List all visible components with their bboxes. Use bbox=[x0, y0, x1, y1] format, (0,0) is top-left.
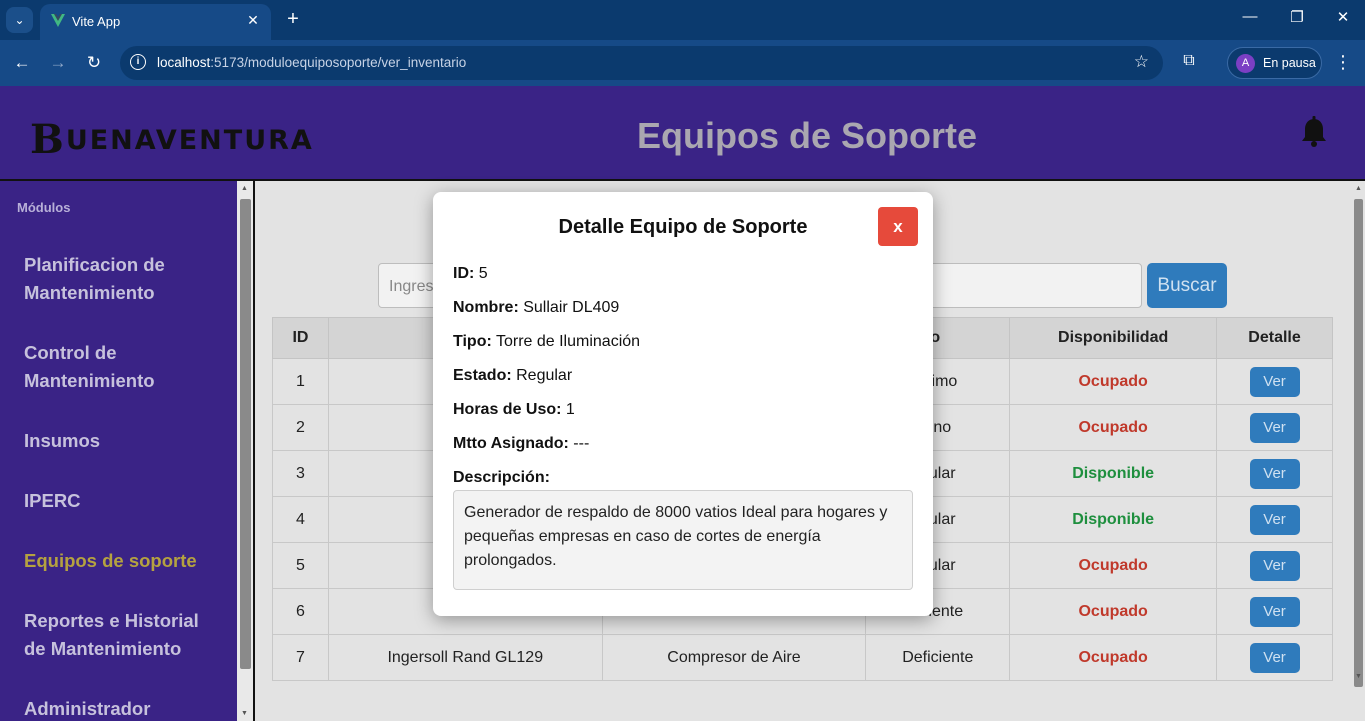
browser-tab[interactable]: Vite App ✕ bbox=[40, 4, 271, 40]
sidebar-scrollbar[interactable]: ▲ ▼ bbox=[237, 181, 255, 721]
field-id: ID: 5 bbox=[453, 265, 488, 282]
cell-nombre: Ingersoll Rand GL129 bbox=[327, 634, 603, 681]
col-id: ID bbox=[272, 317, 329, 359]
ver-button[interactable]: Ver bbox=[1249, 458, 1300, 489]
table-row: 7 Ingersoll Rand GL129 Compresor de Aire De… bbox=[272, 634, 1333, 681]
restore-icon[interactable]: ❐ bbox=[1285, 8, 1309, 26]
field-nombre: Nombre: Sullair DL409 bbox=[453, 299, 620, 316]
scroll-down-icon[interactable]: ▼ bbox=[241, 710, 248, 717]
cell-detalle: Ver bbox=[1216, 358, 1333, 405]
cell-detalle: Ver bbox=[1216, 542, 1333, 589]
field-horas: Horas de Uso: 1 bbox=[453, 401, 575, 418]
scrollbar-thumb[interactable] bbox=[1354, 199, 1363, 687]
cell-estado: Deficiente bbox=[865, 634, 1011, 681]
profile-label: En pausa bbox=[1263, 56, 1316, 70]
cell-disponibilidad: Ocupado bbox=[1009, 542, 1218, 589]
cell-id: 5 bbox=[272, 542, 329, 589]
cell-disponibilidad: Disponible bbox=[1009, 496, 1218, 543]
cell-id: 3 bbox=[272, 450, 329, 497]
ver-button[interactable]: Ver bbox=[1249, 366, 1300, 397]
sidebar-item-administrador[interactable]: Administrador bbox=[24, 695, 224, 721]
star-icon[interactable]: ☆ bbox=[1134, 52, 1149, 72]
field-descripcion-label: Descripción: bbox=[453, 469, 550, 486]
close-button[interactable]: x bbox=[878, 207, 918, 246]
cell-disponibilidad: Ocupado bbox=[1009, 404, 1218, 451]
ver-button[interactable]: Ver bbox=[1249, 550, 1300, 581]
cell-detalle: Ver bbox=[1216, 588, 1333, 635]
search-placeholder: Ingres bbox=[389, 278, 434, 295]
ver-button[interactable]: Ver bbox=[1249, 642, 1300, 673]
tab-search-icon[interactable]: ⌄ bbox=[6, 7, 33, 33]
cell-disponibilidad: Ocupado bbox=[1009, 634, 1218, 681]
new-tab-icon[interactable]: + bbox=[282, 8, 304, 30]
cell-detalle: Ver bbox=[1216, 450, 1333, 497]
scroll-down-icon[interactable]: ▼ bbox=[1355, 673, 1362, 680]
ver-button[interactable]: Ver bbox=[1249, 596, 1300, 627]
cell-id: 6 bbox=[272, 588, 329, 635]
cell-disponibilidad: Ocupado bbox=[1009, 588, 1218, 635]
cell-id: 2 bbox=[272, 404, 329, 451]
forward-icon[interactable]: → bbox=[47, 52, 69, 74]
profile-button[interactable]: A En pausa bbox=[1227, 47, 1322, 79]
col-disponibilidad: Disponibilidad bbox=[1009, 317, 1218, 359]
cell-tipo: Compresor de Aire bbox=[601, 634, 867, 681]
field-mtto: Mtto Asignado: --- bbox=[453, 435, 590, 452]
cell-detalle: Ver bbox=[1216, 496, 1333, 543]
scrollbar-thumb[interactable] bbox=[240, 199, 251, 669]
logo[interactable]: BUENAVENTURA bbox=[30, 116, 314, 163]
menu-icon[interactable]: ⋮ bbox=[1334, 52, 1352, 73]
tab-title: Vite App bbox=[72, 14, 121, 29]
sidebar-heading: Módulos bbox=[17, 200, 71, 215]
cell-detalle: Ver bbox=[1216, 404, 1333, 451]
bell-icon[interactable] bbox=[1300, 116, 1328, 148]
sidebar-item-planificacion[interactable]: Planificacion de Mantenimiento bbox=[24, 251, 224, 307]
cell-disponibilidad: Ocupado bbox=[1009, 358, 1218, 405]
browser-tab-bar: ⌄ Vite App ✕ + — ❐ ✕ bbox=[0, 0, 1365, 40]
sidebar: Módulos Planificacion de Mantenimiento C… bbox=[0, 181, 237, 721]
vite-logo-icon bbox=[51, 14, 65, 27]
page-title: Equipos de Soporte bbox=[637, 115, 978, 156]
cell-id: 4 bbox=[272, 496, 329, 543]
close-window-icon[interactable]: ✕ bbox=[1331, 8, 1355, 26]
cell-disponibilidad: Disponible bbox=[1009, 450, 1218, 497]
modal-title: Detalle Equipo de Soporte bbox=[558, 216, 808, 238]
scroll-up-icon[interactable]: ▲ bbox=[241, 185, 248, 192]
sidebar-item-iperc[interactable]: IPERC bbox=[24, 487, 224, 515]
cell-detalle: Ver bbox=[1216, 634, 1333, 681]
col-detalle: Detalle bbox=[1216, 317, 1333, 359]
sidebar-item-control[interactable]: Control de Mantenimiento bbox=[24, 339, 224, 395]
field-tipo: Tipo: Torre de Iluminación bbox=[453, 333, 641, 350]
sidebar-item-reportes[interactable]: Reportes e Historial de Mantenimiento bbox=[24, 607, 224, 663]
search-button[interactable]: Buscar bbox=[1147, 263, 1227, 308]
ver-button[interactable]: Ver bbox=[1249, 412, 1300, 443]
sidebar-item-equipos[interactable]: Equipos de soporte bbox=[24, 547, 224, 575]
address-bar[interactable]: i localhost:5173/moduloequiposoporte/ver… bbox=[120, 46, 1163, 80]
description-box: Generador de respaldo de 8000 vatios Ide… bbox=[453, 490, 913, 590]
detail-modal: Detalle Equipo de Soporte x ID: 5 Nombre… bbox=[433, 192, 933, 616]
sidebar-item-insumos[interactable]: Insumos bbox=[24, 427, 224, 455]
puzzle-icon[interactable]: ⧉ bbox=[1178, 52, 1200, 70]
cell-id: 7 bbox=[272, 634, 329, 681]
reload-icon[interactable]: ↻ bbox=[83, 52, 105, 74]
info-icon[interactable]: i bbox=[130, 54, 146, 70]
browser-toolbar: ← → ↻ i localhost:5173/moduloequiposopor… bbox=[0, 40, 1365, 86]
url-text[interactable]: localhost:5173/moduloequiposoporte/ver_i… bbox=[157, 55, 466, 70]
back-icon[interactable]: ← bbox=[11, 52, 33, 74]
main-scrollbar[interactable]: ▲ ▼ bbox=[1352, 181, 1365, 721]
scroll-up-icon[interactable]: ▲ bbox=[1355, 185, 1362, 192]
avatar: A bbox=[1236, 54, 1255, 73]
app-header: BUENAVENTURA Equipos de Soporte bbox=[0, 86, 1365, 181]
field-estado: Estado: Regular bbox=[453, 367, 573, 384]
ver-button[interactable]: Ver bbox=[1249, 504, 1300, 535]
tab-close-icon[interactable]: ✕ bbox=[243, 10, 263, 30]
cell-id: 1 bbox=[272, 358, 329, 405]
minimize-icon[interactable]: — bbox=[1238, 8, 1262, 25]
